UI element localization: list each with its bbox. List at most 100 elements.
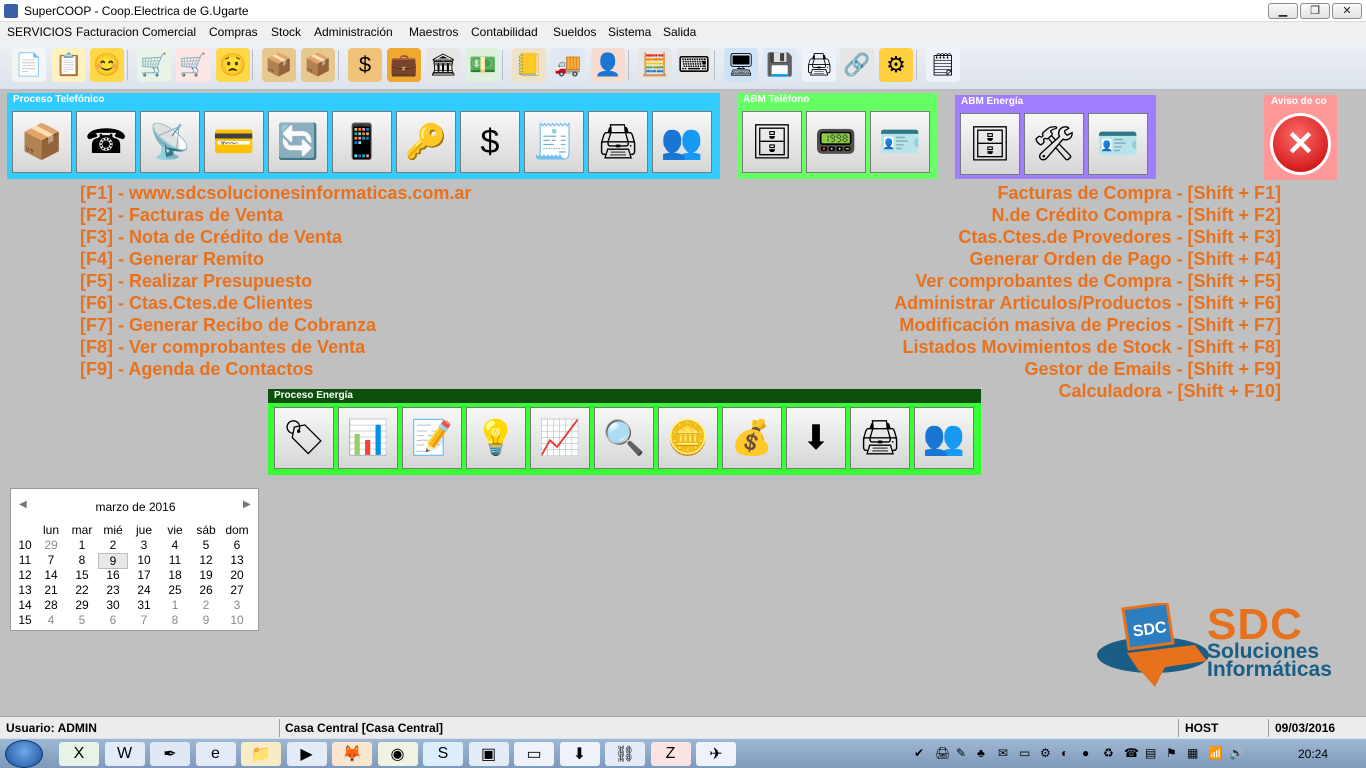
delivery-truck-icon[interactable]: 🚚 [551, 48, 585, 82]
light-bulb-icon[interactable]: 💡 [466, 407, 526, 469]
telephone-icon[interactable]: ☎ [76, 111, 136, 173]
file-cabinet-icon[interactable]: 🗄 [960, 113, 1020, 175]
menu-sueldos[interactable]: Sueldos [553, 25, 596, 39]
cash-register-icon[interactable]: 🧾 [524, 111, 584, 173]
users-upload-icon[interactable]: 👥 [914, 407, 974, 469]
satellite-computer-icon[interactable]: 📡 [140, 111, 200, 173]
document-edit-icon[interactable]: 📝 [402, 407, 462, 469]
calendar-day[interactable]: 30 [98, 598, 128, 612]
mobile-phone-icon[interactable]: 📱 [332, 111, 392, 173]
calendar-day[interactable]: 6 [98, 613, 128, 627]
download-arrow-icon[interactable]: ⬇ [786, 407, 846, 469]
chain-link-icon[interactable]: 🔗 [840, 48, 874, 82]
supercoop-app-icon[interactable]: ✈ [696, 742, 736, 766]
calendar-day[interactable]: 21 [36, 583, 66, 597]
feather-icon[interactable]: ✒ [150, 742, 190, 766]
shortcut-right-item[interactable]: Administrar Articulos/Productos - [Shift… [894, 293, 1281, 314]
tray-icon[interactable]: ♻ [1103, 746, 1114, 760]
pin-app-icon[interactable]: ⬇ [559, 742, 600, 766]
ledger-icon[interactable]: 📒 [512, 48, 546, 82]
cart-add-icon[interactable]: 🛒 [137, 48, 171, 82]
calendar-day[interactable]: 5 [191, 538, 221, 552]
shortcut-left-item[interactable]: [F1] - www.sdcsolucionesinformaticas.com… [80, 183, 471, 204]
shortcut-right-item[interactable]: Ver comprobantes de Compra - [Shift + F5… [915, 271, 1281, 292]
chart-icon[interactable]: 📈 [530, 407, 590, 469]
tray-icon[interactable]: ⚑ [1166, 746, 1177, 760]
calendar-day[interactable]: 7 [36, 553, 66, 567]
calendar-day[interactable]: 16 [98, 568, 128, 582]
calendar-day[interactable]: 17 [129, 568, 159, 582]
calendar-day[interactable]: 3 [129, 538, 159, 552]
calendar-day[interactable]: 1 [67, 538, 97, 552]
shortcut-left-item[interactable]: [F7] - Generar Recibo de Cobranza [80, 315, 376, 336]
tray-icon[interactable]: ☎ [1124, 746, 1139, 760]
calendar-day[interactable]: 6 [222, 538, 252, 552]
calendar-day[interactable]: 13 [222, 553, 252, 567]
calendar-day[interactable]: 8 [67, 553, 97, 567]
briefcase-icon[interactable]: 💼 [387, 48, 421, 82]
calendar-day[interactable]: 8 [160, 613, 190, 627]
printer-folder-icon[interactable]: 🖨 [850, 407, 910, 469]
tray-icon[interactable]: ♣ [977, 746, 985, 760]
calendar-day[interactable]: 12 [191, 553, 221, 567]
word-icon[interactable]: W [104, 742, 145, 766]
clipboard-checklist-icon[interactable]: 📋 [52, 48, 86, 82]
printer-icon[interactable]: 🖨 [802, 48, 836, 82]
network-app-icon[interactable]: ⛓ [605, 742, 645, 766]
restore-button[interactable]: ❐ [1300, 3, 1330, 19]
user-edit-icon[interactable]: 👤 [591, 48, 625, 82]
calendar-day[interactable]: 11 [160, 553, 190, 567]
calendar-next-icon[interactable]: ▶ [243, 499, 251, 510]
tray-icon[interactable]: 📶 [1208, 746, 1223, 760]
menu-stock[interactable]: Stock [271, 25, 301, 39]
menu-sistema[interactable]: Sistema [608, 25, 651, 39]
calendar-day[interactable]: 15 [67, 568, 97, 582]
media-player-icon[interactable]: ▶ [286, 742, 327, 766]
money-remove-icon[interactable]: 💵 [466, 48, 500, 82]
calendar-day[interactable]: 1 [160, 598, 190, 612]
calendar-day[interactable]: 14 [36, 568, 66, 582]
keys-icon[interactable]: 🔑 [396, 111, 456, 173]
calendar-day[interactable]: 10 [129, 553, 159, 567]
bank-icon[interactable]: 🏛 [426, 48, 460, 82]
folder-search-icon[interactable]: 🔍 [594, 407, 654, 469]
calendar-day[interactable]: 4 [36, 613, 66, 627]
dollar-sign-icon[interactable]: $ [460, 111, 520, 173]
folder-icon[interactable]: 📁 [241, 742, 281, 766]
shortcut-left-item[interactable]: [F5] - Realizar Presupuesto [80, 271, 312, 292]
money-documents-icon[interactable]: 💰 [722, 407, 782, 469]
shortcut-right-item[interactable]: Listados Movimientos de Stock - [Shift +… [902, 337, 1281, 358]
calendar-day[interactable]: 3 [222, 598, 252, 612]
calendar-day[interactable]: 26 [191, 583, 221, 597]
tray-icon[interactable]: 🖨 [935, 746, 950, 760]
calendar-day[interactable]: 27 [222, 583, 252, 597]
calendar-day[interactable]: 4 [160, 538, 190, 552]
shortcut-left-item[interactable]: [F2] - Facturas de Venta [80, 205, 283, 226]
calendar-day[interactable]: 18 [160, 568, 190, 582]
calendar-day[interactable]: 29 [36, 538, 66, 552]
tray-icon[interactable]: ▭ [1019, 746, 1030, 760]
tray-icon[interactable]: ✉ [998, 746, 1008, 760]
tray-clock[interactable]: 20:24 [1298, 747, 1328, 761]
document-icon[interactable]: 📄 [12, 48, 46, 82]
shortcut-left-item[interactable]: [F3] - Nota de Crédito de Venta [80, 227, 342, 248]
calendar-day[interactable]: 9 [191, 613, 221, 627]
shortcut-right-item[interactable]: Calculadora - [Shift + F10] [1058, 381, 1281, 402]
skype-icon[interactable]: S [423, 742, 463, 766]
contact-card-icon[interactable]: 🪪 [1088, 113, 1148, 175]
excel-icon[interactable]: X [59, 742, 99, 766]
calendar-day[interactable]: 28 [36, 598, 66, 612]
calendar-day[interactable]: 7 [129, 613, 159, 627]
shortcut-right-item[interactable]: Gestor de Emails - [Shift + F9] [1024, 359, 1281, 380]
package-alert-icon[interactable]: 📦 [12, 111, 72, 173]
tray-icon[interactable]: ▤ [1145, 746, 1156, 760]
shortcut-left-item[interactable]: [F6] - Ctas.Ctes.de Clientes [80, 293, 313, 314]
tray-icon[interactable]: ✎ [956, 746, 966, 760]
spreadsheet-icon[interactable]: 📊 [338, 407, 398, 469]
form-icon[interactable]: 🗒 [926, 48, 960, 82]
cart-remove-icon[interactable]: 🛒 [176, 48, 210, 82]
internet-explorer-icon[interactable]: e [195, 742, 236, 766]
menu-salida[interactable]: Salida [663, 25, 696, 39]
start-button[interactable] [5, 740, 43, 768]
calendar-day[interactable]: 5 [67, 613, 97, 627]
